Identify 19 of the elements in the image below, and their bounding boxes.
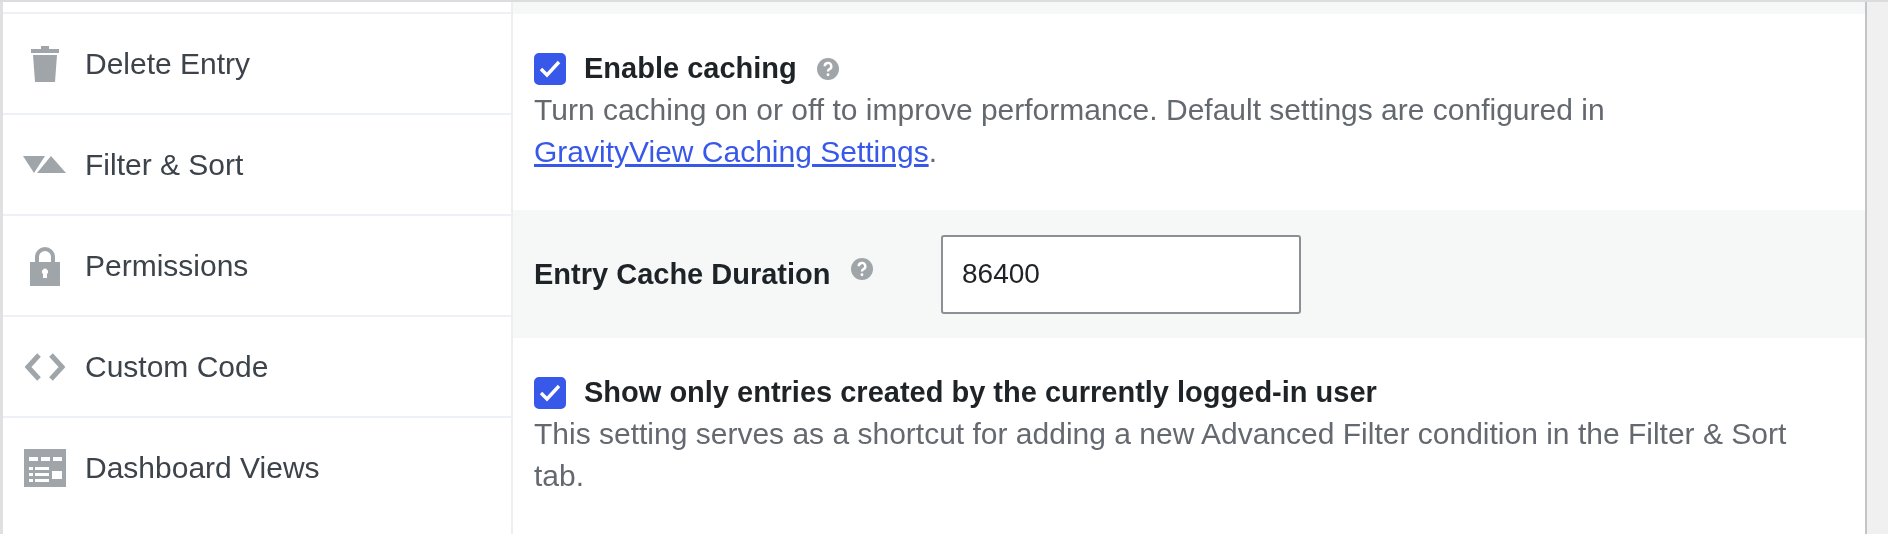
checkbox[interactable] bbox=[534, 52, 566, 85]
duration-field[interactable]: 86400 bbox=[941, 234, 1301, 314]
sidebar-item[interactable]: Permissions bbox=[85, 248, 249, 283]
sidebar-item[interactable]: Dashboard Views bbox=[85, 450, 320, 485]
lock-icon bbox=[30, 245, 60, 286]
trash-icon bbox=[29, 43, 61, 84]
sidebar-item[interactable]: Filter & Sort bbox=[85, 147, 244, 182]
setting-description: This setting serves as a shortcut for adding a new Advanced Filter condition in the Filter & Sort tab. bbox=[534, 416, 1788, 495]
code-icon bbox=[25, 352, 65, 381]
settings-link[interactable]: GravityView Caching Settings bbox=[534, 135, 929, 168]
sort-arrows-icon bbox=[23, 155, 67, 174]
setting-label: Enable caching bbox=[584, 52, 797, 85]
setting-label: Show only entries created by the currently logged-in user bbox=[584, 376, 1377, 410]
setting-description: Turn caching on or off to improve performance. Default settings are configured in GravityView Caching Settings. bbox=[534, 92, 1606, 170]
sidebar-item[interactable]: Delete Entry bbox=[85, 46, 251, 81]
setting-label: Entry Cache Duration bbox=[534, 257, 831, 291]
sidebar-item[interactable]: Custom Code bbox=[85, 349, 269, 384]
checkbox[interactable] bbox=[534, 376, 566, 409]
dashboard-icon bbox=[24, 448, 66, 487]
